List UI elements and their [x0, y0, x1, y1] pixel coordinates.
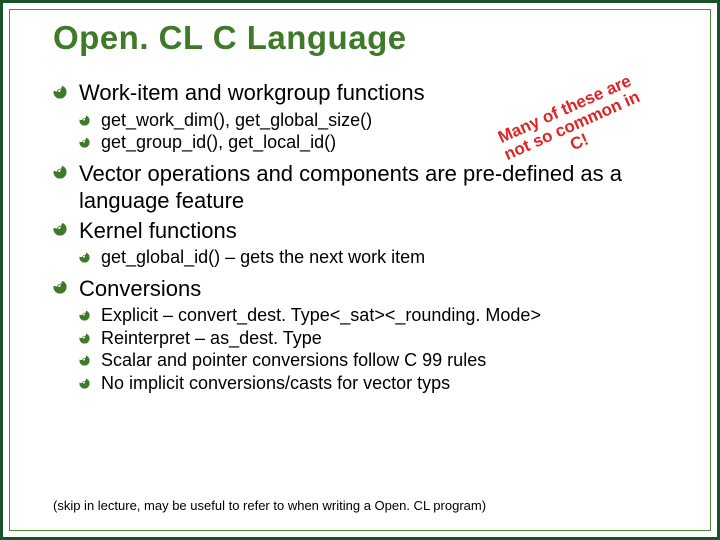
slide-content: Open. CL C Language Many of these are no…	[53, 19, 677, 517]
sub-list-item: Reinterpret – as_dest. Type	[79, 327, 677, 350]
sub-list: get_global_id() – gets the next work ite…	[79, 246, 677, 269]
list-item-label: Vector operations and components are pre…	[79, 161, 622, 214]
slide-title: Open. CL C Language	[53, 19, 677, 57]
sub-list: Explicit – convert_dest. Type<_sat><_rou…	[79, 304, 677, 394]
footer-note: (skip in lecture, may be useful to refer…	[53, 498, 486, 513]
sub-list: get_work_dim(), get_global_size() get_gr…	[79, 109, 677, 154]
sub-list-item: No implicit conversions/casts for vector…	[79, 372, 677, 395]
list-item: Kernel functions get_global_id() – gets …	[53, 217, 677, 269]
sub-list-item: Scalar and pointer conversions follow C …	[79, 349, 677, 372]
list-item-label: Work-item and workgroup functions	[79, 80, 425, 105]
list-item: Conversions Explicit – convert_dest. Typ…	[53, 275, 677, 395]
sub-list-item: get_work_dim(), get_global_size()	[79, 109, 677, 132]
bullet-list: Work-item and workgroup functions get_wo…	[53, 79, 677, 394]
list-item-label: Kernel functions	[79, 218, 237, 243]
sub-list-item: Explicit – convert_dest. Type<_sat><_rou…	[79, 304, 677, 327]
list-item-label: Conversions	[79, 276, 201, 301]
slide-frame: Open. CL C Language Many of these are no…	[0, 0, 720, 540]
list-item: Work-item and workgroup functions get_wo…	[53, 79, 677, 154]
sub-list-item: get_global_id() – gets the next work ite…	[79, 246, 677, 269]
list-item: Vector operations and components are pre…	[53, 160, 677, 215]
sub-list-item: get_group_id(), get_local_id()	[79, 131, 677, 154]
